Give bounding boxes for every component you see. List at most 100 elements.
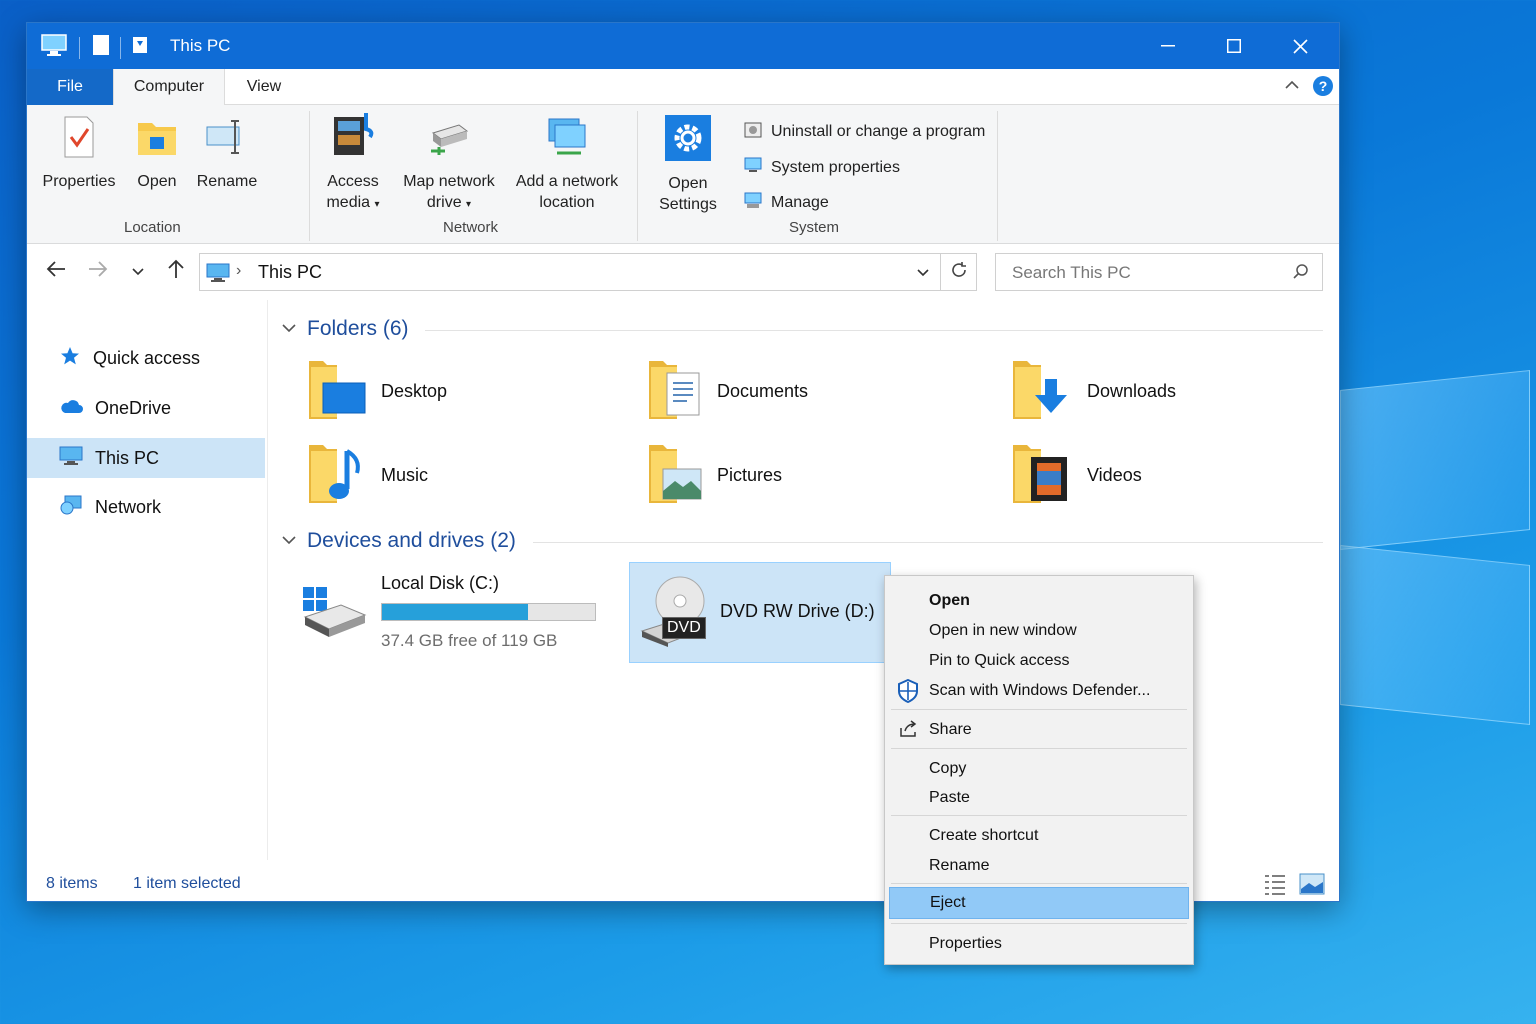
uninstall-icon — [743, 119, 763, 144]
network-icon — [59, 494, 83, 521]
this-pc-icon — [59, 445, 83, 472]
pictures-folder-icon — [647, 441, 703, 510]
folder-music[interactable]: Music — [307, 441, 428, 510]
system-properties-icon — [743, 155, 763, 180]
section-divider — [533, 542, 1323, 543]
tab-view[interactable]: View — [231, 69, 297, 105]
context-menu: Open Open in new window Pin to Quick acc… — [884, 575, 1194, 965]
sidebar-item-network[interactable]: Network — [27, 487, 265, 527]
menu-item-rename[interactable]: Rename — [889, 851, 1189, 881]
properties-quick-icon[interactable] — [92, 34, 110, 61]
location-group-label: Location — [124, 219, 181, 236]
navigation-pane: Quick access OneDrive This PC Network — [27, 300, 267, 860]
refresh-button[interactable] — [941, 253, 977, 291]
menu-item-copy[interactable]: Copy — [889, 754, 1189, 784]
menu-item-properties[interactable]: Properties — [889, 929, 1189, 959]
forward-arrow-icon[interactable] — [87, 258, 109, 286]
menu-item-open-new-window[interactable]: Open in new window — [889, 616, 1189, 646]
shield-icon — [897, 678, 919, 708]
address-dropdown-chevron-icon[interactable] — [916, 266, 930, 285]
ribbon-tabs: File Computer View ? — [27, 69, 1339, 106]
uninstall-program-button[interactable]: Uninstall or change a program — [743, 119, 985, 144]
folder-videos[interactable]: Videos — [1011, 441, 1142, 510]
folder-pictures[interactable]: Pictures — [647, 441, 782, 510]
up-arrow-icon[interactable] — [165, 258, 187, 286]
tab-file[interactable]: File — [27, 69, 113, 105]
section-divider — [425, 330, 1323, 331]
network-location-icon — [511, 115, 623, 165]
address-bar[interactable]: › This PC — [199, 253, 941, 291]
menu-item-paste[interactable]: Paste — [889, 783, 1189, 813]
section-collapse-chevron-icon[interactable] — [281, 317, 297, 341]
tab-computer[interactable]: Computer — [113, 69, 225, 106]
menu-item-create-shortcut[interactable]: Create shortcut — [889, 821, 1189, 851]
ribbon-divider — [637, 111, 638, 241]
search-icon[interactable] — [1292, 263, 1310, 286]
open-settings-button[interactable]: Open Settings — [653, 115, 723, 215]
videos-folder-icon — [1011, 441, 1073, 510]
network-group-label: Network — [443, 219, 499, 236]
folder-desktop[interactable]: Desktop — [307, 357, 447, 426]
breadcrumb[interactable]: This PC — [258, 262, 322, 283]
minimize-button[interactable] — [1135, 23, 1201, 69]
menu-item-share[interactable]: Share — [889, 715, 1189, 745]
sidebar-item-onedrive[interactable]: OneDrive — [27, 388, 265, 428]
access-media-icon — [323, 111, 383, 165]
drive-local-disk-c[interactable]: Local Disk (C:) 37.4 GB free of 119 GB — [301, 569, 601, 653]
menu-separator — [891, 748, 1187, 749]
details-view-icon[interactable] — [1263, 873, 1287, 900]
open-button[interactable]: Open — [131, 115, 183, 192]
drive-usage-fill — [382, 604, 529, 620]
star-icon — [59, 345, 81, 372]
maximize-button[interactable] — [1201, 23, 1267, 69]
help-icon[interactable]: ? — [1312, 75, 1334, 102]
collapse-ribbon-icon[interactable] — [1284, 77, 1300, 98]
recent-locations-chevron-icon[interactable] — [131, 262, 145, 285]
properties-icon — [41, 115, 117, 165]
ribbon: Properties Open Rename Location Access m… — [27, 105, 1339, 244]
breadcrumb-chevron-icon[interactable]: › — [236, 262, 241, 280]
rename-button[interactable]: Rename — [195, 115, 259, 192]
large-icons-view-icon[interactable] — [1299, 873, 1325, 900]
desktop-folder-icon — [307, 357, 367, 426]
window-title: This PC — [170, 36, 231, 55]
folder-documents[interactable]: Documents — [647, 357, 808, 426]
drive-dvd-d[interactable]: DVD DVD RW Drive (D:) — [629, 562, 891, 663]
ribbon-divider — [997, 111, 998, 241]
this-pc-icon — [41, 33, 67, 62]
map-network-drive-button[interactable]: Map network drive ▾ — [399, 115, 499, 215]
desktop-windows-logo — [1340, 370, 1536, 730]
pane-divider — [267, 300, 268, 860]
drives-section-header[interactable]: Devices and drives (2) — [281, 529, 516, 553]
drive-d-label: DVD RW Drive (D:) — [720, 601, 875, 621]
back-arrow-icon[interactable] — [45, 258, 67, 286]
music-folder-icon — [307, 441, 367, 510]
sidebar-item-this-pc[interactable]: This PC — [27, 438, 265, 478]
documents-folder-icon — [647, 357, 703, 426]
manage-button[interactable]: Manage — [743, 190, 829, 215]
folders-section-header[interactable]: Folders (6) — [281, 317, 409, 341]
system-properties-button[interactable]: System properties — [743, 155, 900, 180]
properties-button[interactable]: Properties — [41, 115, 117, 192]
svg-text:?: ? — [1319, 78, 1328, 94]
this-pc-icon — [206, 262, 230, 289]
add-network-location-button[interactable]: Add a network location — [511, 115, 623, 213]
manage-icon — [743, 190, 763, 215]
new-folder-quick-icon[interactable] — [131, 36, 149, 59]
downloads-folder-icon — [1011, 357, 1073, 426]
menu-item-pin-quick-access[interactable]: Pin to Quick access — [889, 646, 1189, 676]
folder-downloads[interactable]: Downloads — [1011, 357, 1176, 426]
section-collapse-chevron-icon[interactable] — [281, 529, 297, 553]
search-input[interactable]: Search This PC — [995, 253, 1323, 291]
menu-separator — [891, 815, 1187, 816]
close-button[interactable] — [1267, 23, 1333, 69]
menu-item-eject[interactable]: Eject — [889, 887, 1189, 919]
dvd-drive-icon — [640, 575, 706, 654]
access-media-button[interactable]: Access media ▾ — [323, 111, 383, 215]
menu-item-scan-defender[interactable]: Scan with Windows Defender... — [889, 676, 1189, 706]
ribbon-divider — [309, 111, 310, 241]
menu-separator — [891, 923, 1187, 924]
item-count: 8 items — [46, 875, 98, 892]
sidebar-item-quick-access[interactable]: Quick access — [27, 338, 265, 378]
menu-item-open[interactable]: Open — [889, 586, 1189, 616]
